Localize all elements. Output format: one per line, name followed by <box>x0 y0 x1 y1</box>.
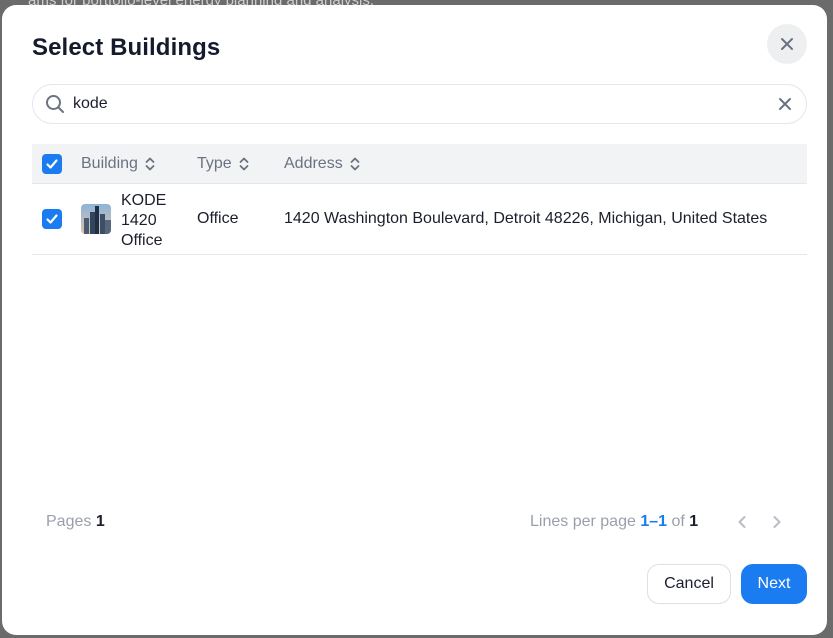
chevron-right-icon <box>773 516 781 528</box>
clear-search-icon[interactable] <box>778 97 792 111</box>
column-label: Building <box>81 155 138 172</box>
prev-page-button[interactable] <box>732 512 752 532</box>
next-page-button[interactable] <box>767 512 787 532</box>
search-input[interactable] <box>73 95 763 113</box>
building-type: Office <box>197 210 239 227</box>
sort-icon <box>145 157 155 171</box>
column-label: Type <box>197 155 232 172</box>
search-box <box>32 84 807 124</box>
lines-per-page: Lines per page 1–1 of 1 <box>530 513 698 531</box>
cancel-button[interactable]: Cancel <box>647 564 731 604</box>
building-thumbnail <box>81 204 111 234</box>
building-name: KODE 1420 Office <box>121 192 167 249</box>
chevron-left-icon <box>738 516 746 528</box>
table-row[interactable]: KODE 1420 Office Office 1420 Washington … <box>32 184 807 255</box>
search-icon <box>45 94 65 114</box>
pages-value: 1 <box>95 513 105 530</box>
pages-indicator: Pages 1 <box>46 513 105 531</box>
check-icon <box>46 214 58 224</box>
total-value: 1 <box>689 513 699 530</box>
sort-icon <box>350 157 360 171</box>
select-buildings-dialog: Select Buildings Building Type Address <box>2 5 827 635</box>
range-value[interactable]: 1–1 <box>640 513 667 530</box>
select-all-checkbox[interactable] <box>42 154 62 174</box>
sort-icon <box>239 157 249 171</box>
building-address: 1420 Washington Boulevard, Detroit 48226… <box>284 210 768 227</box>
dialog-title: Select Buildings <box>32 34 221 61</box>
lines-label: Lines per page <box>530 513 636 530</box>
of-label: of <box>671 513 685 530</box>
column-header-address[interactable]: Address <box>284 144 361 184</box>
close-icon <box>780 37 794 51</box>
row-checkbox[interactable] <box>42 209 62 229</box>
close-dialog-button[interactable] <box>767 24 807 64</box>
column-label: Address <box>284 155 343 172</box>
table-header: Building Type Address <box>32 144 807 184</box>
check-icon <box>46 159 58 169</box>
next-button[interactable]: Next <box>741 564 807 604</box>
column-header-building[interactable]: Building <box>81 144 156 184</box>
column-header-type[interactable]: Type <box>197 144 250 184</box>
pages-label: Pages <box>46 513 92 530</box>
